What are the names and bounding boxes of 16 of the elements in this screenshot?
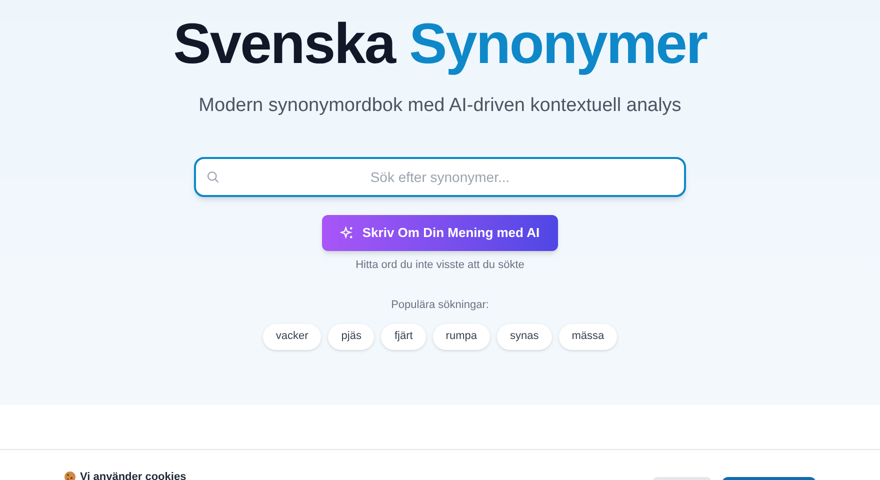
popular-tag[interactable]: synas — [496, 324, 552, 350]
popular-tag[interactable]: fjärt — [381, 324, 426, 350]
subtitle: Modern synonymordbok med AI-driven kontextuell analys — [198, 94, 682, 118]
cookie-title: Vi använder cookies — [80, 470, 186, 480]
cookie-icon — [64, 471, 76, 480]
popular-tag[interactable]: rumpa — [432, 324, 490, 350]
search-field[interactable]: Sök efter synonymer... — [194, 156, 686, 196]
popular-tag[interactable]: vacker — [262, 324, 322, 350]
popular-label: Populära sökningar: — [391, 298, 489, 313]
sparkles-icon — [340, 226, 354, 240]
ai-rewrite-button[interactable]: Skriv Om Din Mening med AI — [322, 214, 558, 250]
site-title: Svenska Synonymer — [173, 12, 707, 76]
popular-tag[interactable]: pjäs — [328, 324, 374, 350]
popular-tag[interactable]: mässa — [558, 324, 618, 350]
search-icon — [206, 170, 220, 184]
ai-hint: Hitta ord du inte visste att du sökte — [356, 258, 524, 272]
